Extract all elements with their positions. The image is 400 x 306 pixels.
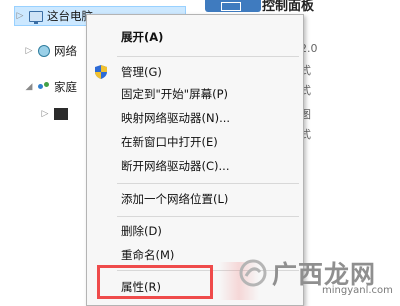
menu-item-label: 展开(A) bbox=[121, 30, 164, 44]
watermark-logo-icon bbox=[239, 259, 267, 287]
menu-separator bbox=[117, 216, 299, 217]
menu-item-open-new-window[interactable]: 在新窗口中打开(E) bbox=[87, 131, 303, 153]
menu-item-label: 断开网络驱动器(C)... bbox=[121, 159, 230, 173]
menu-item-label: 添加一个网络位置(L) bbox=[121, 192, 229, 206]
highlight-annotation bbox=[97, 265, 213, 299]
menu-item-pin-to-start[interactable]: 固定到"开始"屏幕(P) bbox=[87, 83, 303, 105]
control-panel-label: 控制面板 bbox=[262, 0, 315, 14]
watermark-url: mingyanl.com bbox=[322, 285, 393, 296]
menu-item-label: 映射网络驱动器(N)... bbox=[121, 111, 231, 125]
user-avatar-icon bbox=[54, 108, 68, 120]
menu-item-manage[interactable]: 管理(G) bbox=[87, 61, 303, 83]
chevron-down-icon[interactable]: ◢ bbox=[24, 82, 34, 92]
control-panel-icon[interactable] bbox=[205, 0, 261, 12]
tree-item-label: 网络 bbox=[54, 44, 77, 58]
menu-item-add-network-location[interactable]: 添加一个网络位置(L) bbox=[87, 188, 303, 210]
menu-item-label: 固定到"开始"屏幕(P) bbox=[121, 87, 228, 101]
menu-item-map-network-drive[interactable]: 映射网络驱动器(N)... bbox=[87, 107, 303, 129]
network-icon bbox=[38, 45, 50, 57]
uac-shield-icon bbox=[95, 65, 107, 79]
tree-item-user[interactable]: ▷ bbox=[40, 104, 72, 124]
menu-item-label: 删除(D) bbox=[121, 224, 162, 238]
menu-item-delete[interactable]: 删除(D) bbox=[87, 220, 303, 242]
menu-item-expand[interactable]: 展开(A) bbox=[87, 26, 303, 48]
chevron-right-icon[interactable]: ▷ bbox=[24, 46, 34, 56]
tree-item-homegroup[interactable]: ◢ 家庭 bbox=[24, 77, 77, 97]
tree-item-network[interactable]: ▷ 网络 bbox=[24, 41, 77, 61]
menu-item-disconnect-network-drive[interactable]: 断开网络驱动器(C)... bbox=[87, 155, 303, 177]
menu-item-rename[interactable]: 重命名(M) bbox=[87, 244, 303, 266]
menu-separator bbox=[117, 56, 299, 57]
homegroup-icon bbox=[38, 82, 50, 92]
menu-separator bbox=[117, 183, 299, 184]
menu-item-label: 重命名(M) bbox=[121, 248, 175, 262]
menu-item-label: 在新窗口中打开(E) bbox=[121, 135, 218, 149]
chevron-right-icon[interactable]: ▷ bbox=[15, 11, 25, 21]
chevron-right-icon[interactable]: ▷ bbox=[40, 109, 50, 119]
computer-icon bbox=[29, 10, 43, 24]
tree-item-label: 家庭 bbox=[54, 80, 77, 94]
menu-item-label: 管理(G) bbox=[121, 65, 162, 79]
